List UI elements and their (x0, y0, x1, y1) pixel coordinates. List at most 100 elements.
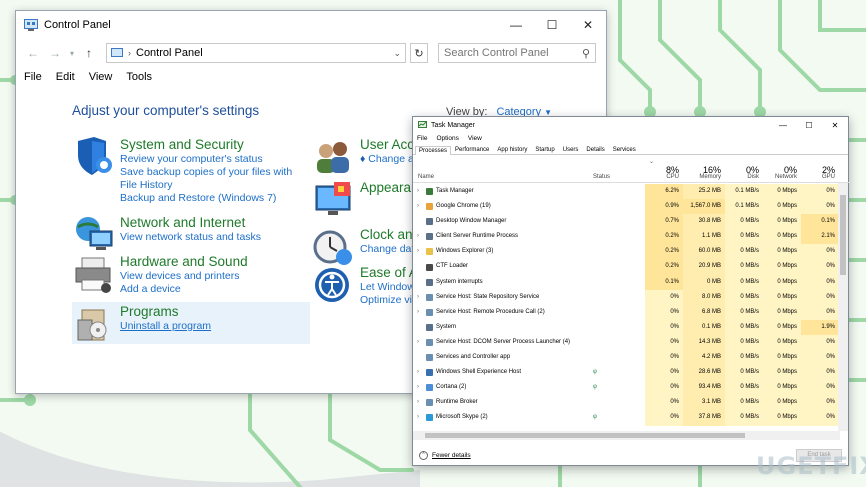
table-row[interactable]: › Service Host: Remote Procedure Call (2)… (413, 304, 850, 320)
table-row[interactable]: System interrupts 0.1% 0 MB 0 MB/s 0 Mbps 0% (413, 274, 850, 290)
cpu-cell: 0% (645, 304, 683, 320)
back-arrow-icon[interactable]: ← (24, 46, 42, 60)
expand-chevron-icon[interactable]: › (417, 184, 423, 199)
table-row[interactable]: › Service Host: State Repository Service 0… (413, 289, 850, 305)
maximize-button[interactable]: ☐ (534, 11, 570, 39)
table-row[interactable]: System 0% 0.1 MB 0 MB/s 0 Mbps 1.9% (413, 319, 850, 335)
table-row[interactable]: Desktop Window Manager 0.7% 30.8 MB 0 MB/s 0… (413, 214, 850, 230)
forward-arrow-icon[interactable]: → (46, 46, 64, 60)
tab-startup[interactable]: Startup (531, 145, 558, 154)
tab-users[interactable]: Users (559, 145, 583, 154)
table-row[interactable]: › Windows Shell Experience Host φ 0% 28.6 MB… (413, 365, 850, 381)
column-status[interactable]: Status (593, 156, 645, 183)
window-title: Control Panel (44, 19, 111, 31)
category-heading[interactable]: Programs (120, 304, 211, 320)
table-row[interactable]: › Runtime Broker 0% 3.1 MB 0 MB/s 0 Mbps 0% (413, 395, 850, 411)
address-bar[interactable]: › Control Panel ⌄ (106, 43, 406, 63)
fewer-details-link[interactable]: Fewer details (432, 452, 471, 459)
cpu-cell: 0.2% (645, 259, 683, 275)
table-row[interactable]: › Microsoft Skype (2) φ 0% 37.8 MB 0 MB/s 0 Mb… (413, 410, 850, 426)
vertical-scrollbar[interactable] (838, 183, 848, 431)
uninstall-program-link[interactable]: Uninstall a program (120, 320, 211, 333)
cpu-cell: 0% (645, 395, 683, 411)
search-icon: ⚲ (581, 47, 590, 60)
expand-chevron-icon[interactable]: › (417, 365, 423, 380)
process-status (593, 335, 645, 350)
search-box[interactable]: ⚲ (438, 43, 596, 63)
column-disk[interactable]: 0% Disk (725, 156, 763, 183)
expand-chevron-icon[interactable]: › (417, 244, 423, 259)
tab-app-history[interactable]: App history (493, 145, 531, 154)
table-row[interactable]: › Windows Explorer (3) 0.2% 60.0 MB 0 MB/s 0 … (413, 244, 850, 260)
search-input[interactable] (444, 47, 582, 59)
memory-cell: 0.1 MB (683, 319, 725, 335)
disk-cell: 0 MB/s (725, 319, 763, 335)
tm-menu-file[interactable]: File (417, 135, 427, 142)
expand-chevron-icon[interactable]: › (417, 395, 423, 410)
menu-tools[interactable]: Tools (126, 71, 152, 83)
tm-close-button[interactable]: ✕ (822, 121, 848, 130)
table-row[interactable]: CTF Loader 0.2% 20.9 MB 0 MB/s 0 Mbps 0% (413, 259, 850, 275)
process-icon (426, 369, 433, 377)
tm-maximize-button[interactable]: ☐ (796, 121, 822, 130)
category-link[interactable]: Add a device (120, 283, 248, 296)
up-arrow-icon[interactable]: ↑ (80, 46, 98, 60)
process-status: φ (593, 414, 597, 421)
page-title: Adjust your computer's settings (72, 103, 260, 118)
chevron-up-icon[interactable]: ⌃ (419, 450, 428, 460)
process-name: Client Server Runtime Process (436, 233, 519, 240)
category-link[interactable]: Review your computer's status (120, 153, 310, 166)
refresh-button[interactable]: ↻ (410, 43, 428, 63)
tab-details[interactable]: Details (582, 145, 608, 154)
category-heading[interactable]: Hardware and Sound (120, 254, 248, 270)
menu-file[interactable]: File (24, 71, 42, 83)
close-button[interactable]: ✕ (570, 11, 606, 39)
tab-performance[interactable]: Performance (451, 145, 493, 154)
expand-chevron-icon[interactable]: › (417, 410, 423, 425)
category-link[interactable]: Save backup copies of your files with Fi… (120, 166, 310, 192)
expand-chevron-icon[interactable]: › (417, 199, 423, 214)
tm-menu-options[interactable]: Options (436, 135, 458, 142)
category-heading[interactable]: Appearan (360, 180, 419, 196)
tm-minimize-button[interactable]: — (770, 121, 796, 130)
table-row[interactable]: › Service Host: DCOM Server Process Launc… (413, 334, 850, 351)
network-cell: 0 Mbps (763, 289, 801, 305)
column-gpu[interactable]: 2% GPU (801, 156, 839, 183)
column-name[interactable]: Name (418, 156, 588, 183)
table-row[interactable]: Services and Controller app 0% 4.2 MB 0 MB/… (413, 350, 850, 366)
table-row[interactable]: › Google Chrome (19) 0.9% 1,567.0 MB 0.1 MB/… (413, 199, 850, 215)
menu-edit[interactable]: Edit (56, 71, 75, 83)
menu-view[interactable]: View (89, 71, 113, 83)
expand-chevron-icon[interactable]: › (417, 380, 423, 395)
process-icon (426, 218, 433, 226)
horizontal-scrollbar[interactable] (413, 431, 840, 440)
table-row[interactable]: › Task Manager 6.2% 25.2 MB 0.1 MB/s 0 Mbps 0% (413, 184, 850, 200)
recent-dropdown-icon[interactable]: ▾ (68, 49, 76, 58)
expand-chevron-icon[interactable]: › (417, 229, 423, 244)
memory-cell: 93.4 MB (683, 380, 725, 396)
category-programs[interactable]: Programs Uninstall a program (72, 302, 310, 344)
category-link[interactable]: View network status and tasks (120, 231, 261, 244)
watermark-logo: UGETFIX (756, 452, 866, 480)
process-icon (426, 203, 433, 211)
expand-chevron-icon[interactable]: › (417, 335, 423, 350)
minimize-button[interactable]: — (498, 11, 534, 39)
gpu-cell: 0% (801, 289, 839, 305)
clock-icon (313, 230, 352, 265)
category-heading[interactable]: System and Security (120, 137, 310, 153)
column-memory[interactable]: 16% Memory (683, 156, 725, 183)
tab-processes[interactable]: Processes (415, 146, 452, 155)
process-name-cell: › Google Chrome (19) (413, 199, 593, 214)
category-link[interactable]: Backup and Restore (Windows 7) (120, 192, 310, 205)
expand-chevron-icon[interactable]: › (417, 305, 423, 320)
tab-services[interactable]: Services (609, 145, 640, 154)
memory-cell: 1.1 MB (683, 229, 725, 245)
tm-menu-view[interactable]: View (468, 135, 482, 142)
category-link[interactable]: View devices and printers (120, 270, 248, 283)
category-heading[interactable]: Network and Internet (120, 215, 261, 231)
column-network[interactable]: 0% Network (763, 156, 801, 183)
chevron-down-icon[interactable]: ⌄ (393, 48, 401, 59)
expand-chevron-icon[interactable]: › (417, 290, 423, 305)
table-row[interactable]: › Cortana (2) φ 0% 93.4 MB 0 MB/s 0 Mbps 0% (413, 380, 850, 396)
table-row[interactable]: › Client Server Runtime Process 0.2% 1.1 MB… (413, 229, 850, 245)
